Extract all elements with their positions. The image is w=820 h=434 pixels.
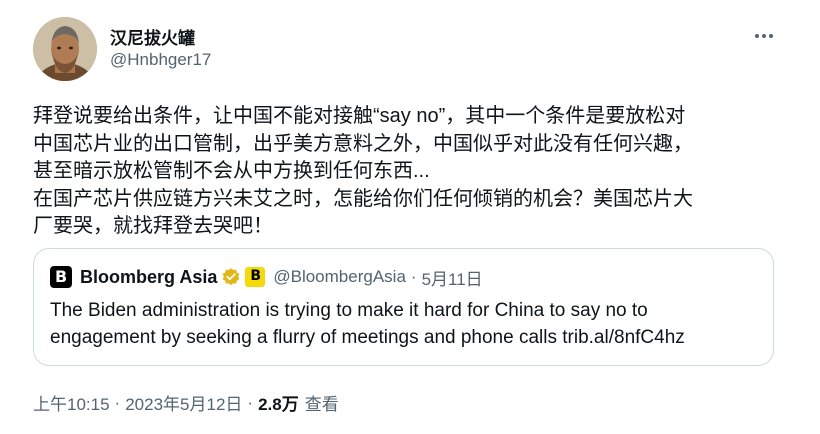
- tweet-card: 汉尼拔火罐 @Hnbhger17 拜登说要给出条件，让中国不能对接触“say n…: [0, 0, 820, 434]
- tweet-text-line: 在国产芯片供应链方兴未艾之时，怎能给你们任何倾销的机会？美国芯片大: [33, 187, 693, 210]
- verified-badge-icon: [221, 267, 241, 287]
- quoted-author-name[interactable]: Bloomberg Asia: [80, 267, 217, 288]
- tweet-time[interactable]: 上午10:15: [33, 390, 110, 415]
- views-label[interactable]: 查看: [305, 390, 339, 415]
- separator-dot: ·: [247, 392, 254, 412]
- quoted-author-handle: @BloombergAsia: [273, 267, 406, 286]
- quoted-text-line: engagement by seeking a flurry of meetin…: [50, 327, 685, 348]
- tweet-text-line: 厂要哭，就找拜登去哭吧！: [33, 215, 273, 238]
- tweet-text-line: 拜登说要给出条件，让中国不能对接触“say no”，其中一个条件是要放松对: [33, 105, 686, 127]
- author-handle[interactable]: @Hnbhger17: [110, 50, 211, 70]
- affiliate-badge-letter: B: [250, 268, 262, 284]
- quoted-tweet-date[interactable]: 5月11日: [422, 265, 483, 290]
- more-options-button[interactable]: [750, 24, 778, 48]
- affiliate-badge-icon: B: [245, 267, 266, 287]
- separator-dot: ·: [410, 267, 417, 286]
- avatar-portrait-image: [33, 17, 97, 81]
- quoted-tweet[interactable]: B Bloomberg Asia B @BloombergAsia · 5月11…: [33, 248, 774, 366]
- tweet-date[interactable]: 2023年5月12日: [125, 390, 242, 415]
- avatar[interactable]: [33, 17, 97, 81]
- separator-dot: ·: [114, 392, 121, 412]
- more-horizontal-icon: [755, 34, 773, 38]
- quoted-tweet-header: B Bloomberg Asia B @BloombergAsia · 5月11…: [50, 265, 483, 290]
- tweet-text-line: 中国芯片业的出口管制，出乎美方意料之外，中国似乎对此没有任何兴趣，: [33, 132, 693, 155]
- tweet-text-line: 甚至暗示放松管制不会从中方换到任何东西...: [33, 160, 430, 183]
- tweet-text: 拜登说要给出条件，让中国不能对接触“say no”，其中一个条件是要放松对 中国…: [33, 103, 793, 241]
- author-display-name[interactable]: 汉尼拔火罐: [110, 24, 195, 49]
- bloomberg-logo-letter: B: [55, 267, 68, 286]
- quoted-text-line: The Biden administration is trying to ma…: [50, 300, 648, 321]
- views-count: 2.8万: [258, 395, 299, 414]
- bloomberg-logo-avatar[interactable]: B: [50, 266, 72, 288]
- quoted-tweet-text: The Biden administration is trying to ma…: [50, 297, 750, 351]
- tweet-metadata: 上午10:15 · 2023年5月12日 · 2.8万 查看: [33, 390, 339, 415]
